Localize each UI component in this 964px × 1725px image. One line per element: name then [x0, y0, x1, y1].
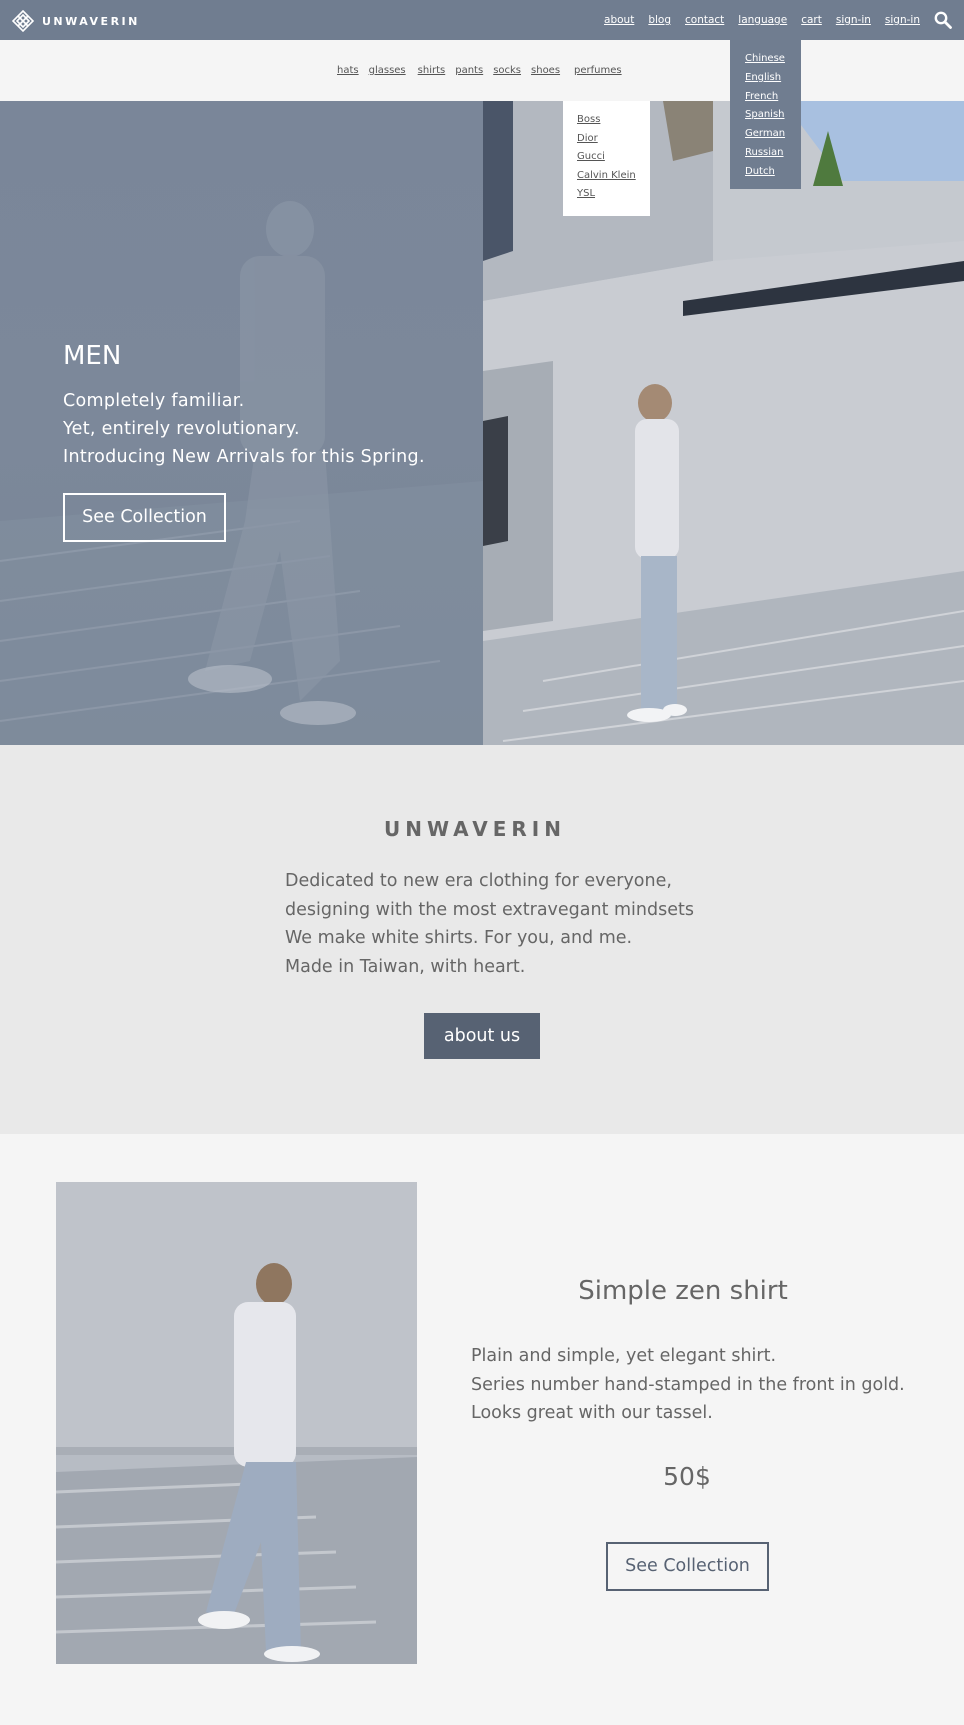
- hero-banner: MEN Completely familiar. Yet, entirely r…: [0, 101, 964, 745]
- hero-photo-illustration: [483, 101, 964, 745]
- hero-text: MEN Completely familiar. Yet, entirely r…: [63, 341, 425, 542]
- logo[interactable]: UNWAVERIN: [12, 10, 140, 32]
- language-russian[interactable]: Russian: [745, 144, 801, 163]
- about-section: UNWAVERIN Dedicated to new era clothing …: [0, 745, 964, 1134]
- language-spanish[interactable]: Spanish: [745, 106, 801, 125]
- category-socks[interactable]: socks: [493, 65, 521, 76]
- language-chinese[interactable]: Chinese: [745, 50, 801, 69]
- nav-sign-in-2[interactable]: sign-in: [885, 14, 920, 26]
- hero-title: MEN: [63, 341, 122, 371]
- category-hats[interactable]: hats: [337, 65, 359, 76]
- category-shoes[interactable]: shoes: [531, 65, 560, 76]
- category-glasses[interactable]: glasses: [369, 65, 406, 76]
- brand-logo-icon: [12, 10, 34, 32]
- hero-right-photo: [483, 101, 964, 745]
- perfume-boss[interactable]: Boss: [577, 111, 650, 130]
- hero-line: Introducing New Arrivals for this Spring…: [63, 447, 425, 467]
- product-line: Plain and simple, yet elegant shirt.: [471, 1346, 777, 1366]
- language-dutch[interactable]: Dutch: [745, 163, 801, 182]
- product-see-collection-button[interactable]: See Collection: [606, 1542, 769, 1591]
- nav-about[interactable]: about: [604, 14, 634, 26]
- product-price: 50$: [663, 1462, 711, 1491]
- product-section: Simple zen shirt Plain and simple, yet e…: [0, 1134, 964, 1725]
- about-line: We make white shirts. For you, and me.: [285, 928, 633, 948]
- top-bar: UNWAVERIN about blog contact language ca…: [0, 0, 964, 40]
- top-nav: about blog contact language cart sign-in…: [604, 0, 920, 40]
- about-us-button[interactable]: about us: [424, 1013, 540, 1059]
- category-shirts[interactable]: shirts: [418, 65, 446, 76]
- product-photo: [56, 1182, 417, 1664]
- perfumes-dropdown: Boss Dior Gucci Calvin Klein YSL: [563, 101, 650, 216]
- hero-left-panel: MEN Completely familiar. Yet, entirely r…: [0, 101, 483, 745]
- brand-name: UNWAVERIN: [42, 14, 140, 28]
- about-text: Dedicated to new era clothing for everyo…: [285, 867, 694, 981]
- product-line: Series number hand-stamped in the front …: [471, 1374, 905, 1395]
- language-english[interactable]: English: [745, 69, 801, 88]
- nav-contact[interactable]: contact: [685, 14, 724, 26]
- nav-cart[interactable]: cart: [801, 14, 822, 26]
- hero-line: Yet, entirely revolutionary.: [63, 419, 300, 439]
- nav-blog[interactable]: blog: [648, 14, 671, 26]
- language-dropdown: Chinese English French Spanish German Ru…: [730, 40, 801, 189]
- category-perfumes[interactable]: perfumes: [574, 65, 622, 76]
- hero-line: Completely familiar.: [63, 391, 245, 411]
- category-pants[interactable]: pants: [455, 65, 483, 76]
- product-photo-illustration: [56, 1182, 417, 1664]
- perfume-dior[interactable]: Dior: [577, 130, 650, 149]
- language-german[interactable]: German: [745, 125, 801, 144]
- about-brand-heading: UNWAVERIN: [384, 817, 566, 841]
- product-description: Plain and simple, yet elegant shirt. Ser…: [471, 1342, 905, 1428]
- perfume-ysl[interactable]: YSL: [577, 185, 650, 204]
- category-nav: hats glasses shirts pants socks shoes pe…: [0, 40, 964, 101]
- about-line: Made in Taiwan, with heart.: [285, 956, 526, 977]
- perfume-calvin-klein[interactable]: Calvin Klein: [577, 167, 650, 186]
- product-line: Looks great with our tassel.: [471, 1403, 713, 1423]
- perfume-gucci[interactable]: Gucci: [577, 148, 650, 167]
- search-icon[interactable]: [934, 11, 952, 29]
- product-title: Simple zen shirt: [578, 1276, 788, 1306]
- nav-language[interactable]: language: [738, 14, 787, 26]
- about-line: designing with the most extravegant mind…: [285, 899, 694, 920]
- hero-see-collection-button[interactable]: See Collection: [63, 493, 226, 542]
- about-line: Dedicated to new era clothing for everyo…: [285, 871, 672, 891]
- nav-sign-in[interactable]: sign-in: [836, 14, 871, 26]
- language-french[interactable]: French: [745, 88, 801, 107]
